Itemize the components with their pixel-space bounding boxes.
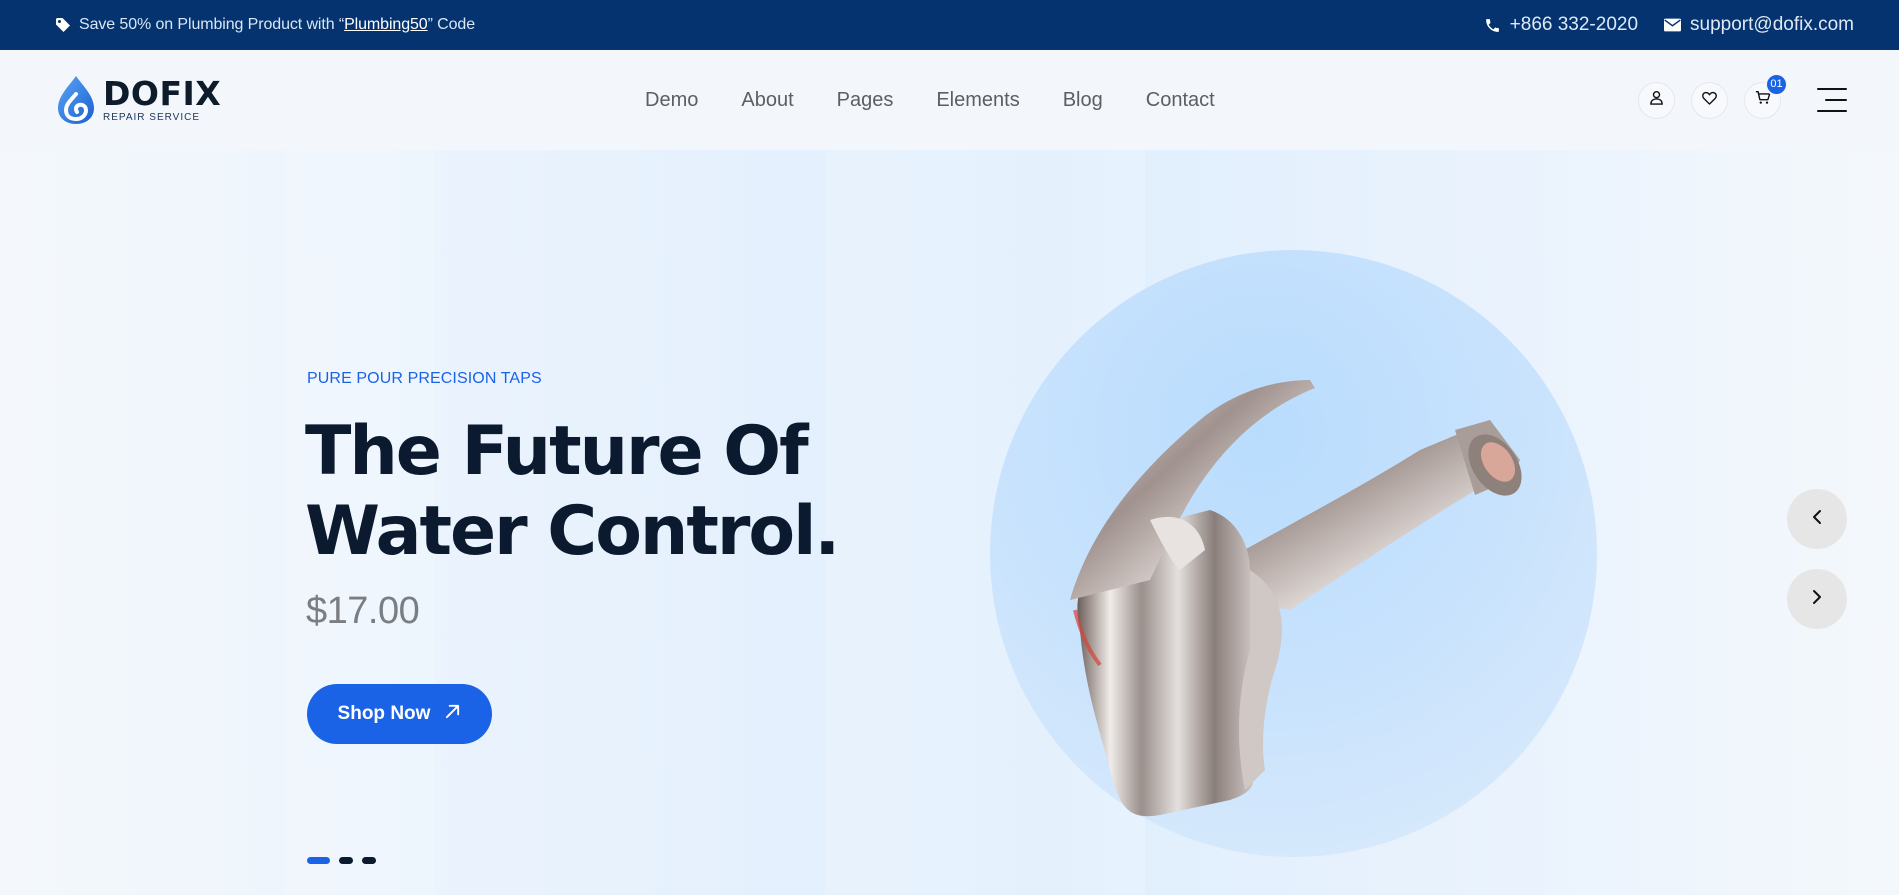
headline-line-2: Water Control. — [305, 492, 840, 571]
promo-suffix: ” Code — [427, 16, 476, 33]
slide-dot-1[interactable] — [307, 857, 330, 864]
slide-dot-2[interactable] — [339, 857, 353, 864]
promo-text: Save 50% on Plumbing Product with “Plumb… — [55, 16, 475, 34]
chevron-right-icon — [1810, 589, 1824, 610]
faucet-product-image — [1070, 380, 1522, 817]
email-link[interactable]: support@dofix.com — [1664, 14, 1854, 36]
phone-link[interactable]: +866 332-2020 — [1484, 14, 1638, 36]
shop-now-button[interactable]: Shop Now — [307, 684, 492, 744]
cart-count-badge: 01 — [1765, 72, 1788, 96]
hamburger-menu-icon[interactable] — [1817, 88, 1847, 112]
previous-slide-button[interactable] — [1787, 489, 1847, 549]
hero-eyebrow: PURE POUR PRECISION TAPS — [307, 370, 542, 387]
account-button[interactable] — [1638, 81, 1675, 119]
phone-icon — [1484, 17, 1501, 34]
headline-line-1: The Future Of — [305, 412, 809, 491]
hero-headline: The Future Of Water Control. — [305, 412, 865, 572]
heart-icon — [1702, 91, 1717, 110]
wishlist-button[interactable] — [1691, 81, 1728, 119]
main-navigation: Demo About Pages Elements Blog Contact — [645, 50, 1215, 150]
contact-info: +866 332-2020 support@dofix.com — [1484, 14, 1854, 36]
hero-slider: PURE POUR PRECISION TAPS The Future Of W… — [0, 150, 1899, 895]
promo-code-link[interactable]: Plumbing50 — [344, 16, 428, 34]
nav-item-blog[interactable]: Blog — [1063, 89, 1103, 112]
header-actions: 01 — [1638, 50, 1847, 150]
nav-item-contact[interactable]: Contact — [1146, 89, 1215, 112]
water-drop-logo-icon — [55, 74, 97, 126]
slide-pagination — [307, 857, 376, 864]
chevron-left-icon — [1810, 509, 1824, 530]
nav-item-pages[interactable]: Pages — [837, 89, 894, 112]
brand-tagline: REPAIR SERVICE — [103, 112, 200, 123]
shop-now-label: Shop Now — [337, 703, 431, 724]
tag-icon — [55, 17, 71, 33]
phone-number: +866 332-2020 — [1509, 14, 1639, 35]
main-header: DOFIX REPAIR SERVICE Demo About Pages El… — [0, 50, 1899, 150]
nav-item-demo[interactable]: Demo — [645, 89, 698, 112]
email-address: support@dofix.com — [1690, 14, 1854, 35]
user-icon — [1649, 90, 1664, 110]
nav-item-elements[interactable]: Elements — [936, 89, 1019, 112]
slide-dot-3[interactable] — [362, 857, 376, 864]
product-price: $17.00 — [306, 590, 420, 632]
cart-button[interactable]: 01 — [1744, 72, 1788, 119]
next-slide-button[interactable] — [1787, 569, 1847, 629]
top-bar: Save 50% on Plumbing Product with “Plumb… — [0, 0, 1899, 50]
arrow-up-right-icon — [444, 703, 461, 726]
brand-logo[interactable]: DOFIX REPAIR SERVICE — [55, 74, 275, 126]
envelope-icon — [1664, 18, 1682, 32]
brand-name: DOFIX — [103, 74, 222, 113]
promo-prefix: Save 50% on Plumbing Product with “ — [79, 16, 345, 33]
nav-item-about[interactable]: About — [741, 89, 793, 112]
